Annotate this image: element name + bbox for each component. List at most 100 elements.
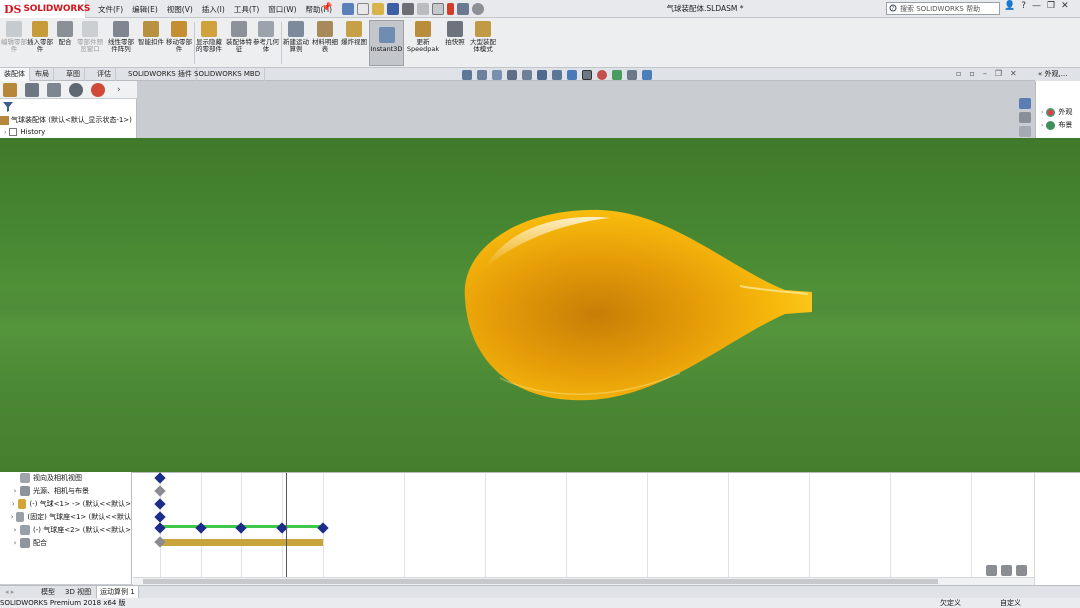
- select-icon[interactable]: [432, 3, 444, 15]
- expand-arrow-icon[interactable]: ›: [10, 487, 20, 495]
- linear-pattern-button[interactable]: 线性零部件阵列: [107, 21, 135, 65]
- display-style-icon[interactable]: [552, 70, 562, 80]
- scrollbar-thumb[interactable]: [143, 579, 938, 584]
- zoom-in-icon[interactable]: [1001, 565, 1012, 576]
- expand-arrow-icon[interactable]: ›: [10, 526, 20, 534]
- menu-window[interactable]: 窗口(W): [268, 4, 296, 15]
- options-gear-icon[interactable]: [472, 3, 484, 15]
- motion-row-lights[interactable]: › 光源、相机与布景: [0, 485, 131, 497]
- zoom-to-fit-icon[interactable]: [462, 70, 472, 80]
- component-preview-button[interactable]: 零部件预览窗口: [76, 21, 104, 65]
- appearances-folder[interactable]: › 外观: [1041, 107, 1072, 117]
- dimxpert-tab-icon[interactable]: [69, 82, 83, 97]
- resources-home-icon[interactable]: [1019, 98, 1031, 109]
- display-manager-tab-icon[interactable]: [91, 82, 105, 97]
- open-icon[interactable]: [372, 3, 384, 15]
- minimize-button[interactable]: —: [1032, 1, 1041, 11]
- new-document-icon[interactable]: [357, 3, 369, 15]
- tab-sketch[interactable]: 草图: [62, 68, 85, 81]
- instant3d-button[interactable]: Instant3D: [369, 20, 404, 66]
- viewport-tile-icon[interactable]: ▫: [956, 69, 961, 78]
- bill-of-materials-button[interactable]: 材料明细表: [311, 21, 339, 65]
- smart-fasteners-button[interactable]: 智能扣件: [137, 21, 165, 65]
- new-motion-study-button[interactable]: 新建运动算例: [282, 21, 310, 65]
- previous-view-icon[interactable]: [492, 70, 502, 80]
- expand-arrow-icon[interactable]: ›: [9, 500, 18, 508]
- graphics-viewport[interactable]: [0, 138, 1080, 472]
- viewport-split-icon[interactable]: ▫: [969, 69, 974, 78]
- edit-appearance-icon[interactable]: [582, 70, 592, 80]
- tab-layout[interactable]: 布局: [31, 68, 54, 81]
- menu-view[interactable]: 视图(V): [167, 4, 193, 15]
- viewport-restore-button[interactable]: ❐: [995, 69, 1002, 78]
- timeline-scrollbar[interactable]: [133, 577, 1034, 585]
- motion-row-view-camera[interactable]: 视向及相机视图: [0, 472, 131, 484]
- rebuild-icon[interactable]: [447, 3, 454, 15]
- print-icon[interactable]: [402, 3, 414, 15]
- assembly-features-button[interactable]: 装配体特征: [225, 21, 253, 65]
- zoom-to-area-icon[interactable]: [477, 70, 487, 80]
- menu-edit[interactable]: 编辑(E): [132, 4, 158, 15]
- section-view-icon[interactable]: [507, 70, 517, 80]
- home-icon[interactable]: [342, 3, 354, 15]
- undo-icon[interactable]: [417, 3, 429, 15]
- take-snapshot-button[interactable]: 拍快照: [441, 21, 469, 65]
- expand-arrow-icon[interactable]: ›: [1041, 109, 1043, 116]
- triad-icon[interactable]: [642, 70, 652, 80]
- keyframe[interactable]: [154, 472, 166, 484]
- collapse-chevron-icon[interactable]: «: [1038, 70, 1042, 78]
- zoom-to-fit-icon[interactable]: [986, 565, 997, 576]
- insert-components-button[interactable]: 插入零部件: [26, 21, 54, 65]
- help-button[interactable]: ?: [1021, 1, 1026, 11]
- zoom-out-icon[interactable]: [1016, 565, 1027, 576]
- user-icon[interactable]: 👤: [1004, 1, 1015, 11]
- save-icon[interactable]: [387, 3, 399, 15]
- feature-manager-tab-icon[interactable]: [3, 82, 17, 97]
- configuration-manager-tab-icon[interactable]: [47, 82, 61, 97]
- show-hidden-components-button[interactable]: 显示隐藏的零部件: [195, 21, 223, 65]
- edit-component-button[interactable]: 编辑零部件: [0, 21, 28, 65]
- keyframe[interactable]: [154, 511, 166, 523]
- viewport-minimize-button[interactable]: –: [983, 69, 987, 78]
- tab-evaluate[interactable]: 评估: [93, 68, 116, 81]
- mate-button[interactable]: 配合: [51, 21, 79, 65]
- move-component-button[interactable]: 移动零部件: [165, 21, 193, 65]
- motion-row-base-1[interactable]: › (固定) 气球座<1> (默认<<默认: [0, 511, 131, 523]
- expand-arrow-icon[interactable]: ›: [4, 129, 6, 136]
- scenes-folder[interactable]: › 布景: [1041, 120, 1072, 130]
- expand-arrow-icon[interactable]: ›: [1041, 122, 1043, 129]
- property-manager-tab-icon[interactable]: [25, 82, 39, 97]
- keyframe[interactable]: [154, 485, 166, 497]
- restore-button[interactable]: ❐: [1047, 1, 1055, 11]
- view-orientation-icon[interactable]: [537, 70, 547, 80]
- file-explorer-icon[interactable]: [1019, 126, 1031, 137]
- motion-row-balloon[interactable]: › (-) 气球<1> -> (默认<<默认>: [0, 498, 131, 510]
- chevron-right-icon[interactable]: ›: [117, 85, 121, 95]
- menu-insert[interactable]: 插入(I): [202, 4, 225, 15]
- dynamic-annotation-icon[interactable]: [522, 70, 532, 80]
- tab-solidworks-mbd[interactable]: SOLIDWORKS MBD: [190, 68, 266, 81]
- file-properties-icon[interactable]: [457, 3, 469, 15]
- balloon-model[interactable]: [440, 198, 830, 408]
- time-bar-cursor[interactable]: [286, 473, 287, 579]
- motion-timeline[interactable]: [133, 472, 1034, 579]
- help-search-box[interactable]: ? 搜索 SOLIDWORKS 帮助: [886, 2, 1000, 15]
- menu-file[interactable]: 文件(F): [98, 4, 123, 15]
- pin-icon[interactable]: 📌: [321, 3, 332, 15]
- exploded-view-button[interactable]: 爆炸视图: [340, 21, 368, 65]
- status-units[interactable]: 自定义: [1000, 598, 1021, 608]
- display-pane-icon[interactable]: [627, 70, 637, 80]
- tree-item-history[interactable]: › History: [4, 127, 124, 137]
- menu-tools[interactable]: 工具(T): [234, 4, 259, 15]
- reference-geometry-button[interactable]: 参考几何体: [252, 21, 280, 65]
- expand-arrow-icon[interactable]: ›: [10, 539, 20, 547]
- apply-scene-icon[interactable]: [597, 70, 607, 80]
- close-button[interactable]: ✕: [1061, 1, 1069, 11]
- motion-row-base-2[interactable]: › (-) 气球座<2> (默认<<默认>: [0, 524, 131, 536]
- hide-show-items-icon[interactable]: [567, 70, 577, 80]
- keyframe[interactable]: [154, 498, 166, 510]
- view-settings-icon[interactable]: [612, 70, 622, 80]
- motion-row-mates[interactable]: › 配合: [0, 537, 131, 549]
- design-library-icon[interactable]: [1019, 112, 1031, 123]
- tree-root-assembly[interactable]: 气球装配体 (默认<默认_显示状态-1>): [0, 114, 135, 126]
